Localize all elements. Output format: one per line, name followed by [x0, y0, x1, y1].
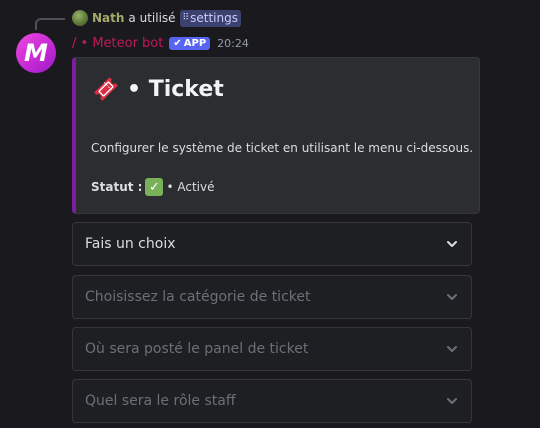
bot-name[interactable]: / • Meteor bot [72, 36, 163, 51]
select-menu-panel-channel[interactable]: Où sera posté le panel de ticket [72, 327, 472, 371]
app-badge: ✔ APP [169, 36, 211, 50]
embed-card: • Ticket Configurer le système de ticket… [72, 57, 480, 214]
status-label: Statut : [91, 180, 143, 194]
ticket-icon [94, 77, 118, 101]
reply-username[interactable]: Nath [92, 11, 124, 25]
reply-verb: a utilisé [128, 11, 176, 25]
select-placeholder: Où sera posté le panel de ticket [85, 341, 309, 357]
embed-description: Configurer le système de ticket en utili… [91, 141, 474, 155]
select-menu-choice[interactable]: Fais un choix [72, 222, 472, 266]
reply-connector [35, 18, 65, 30]
select-placeholder: Fais un choix [85, 236, 176, 252]
reply-reference[interactable]: Nath a utilisé ⠿ settings [72, 9, 241, 27]
select-menu-staff-role[interactable]: Quel sera le rôle staff [72, 379, 472, 423]
chat-message: Nath a utilisé ⠿ settings M / • Meteor b… [0, 0, 540, 428]
checkmark-icon: ✔ [173, 37, 182, 49]
select-placeholder: Choisissez la catégorie de ticket [85, 289, 311, 305]
command-mention[interactable]: ⠿ settings [179, 9, 241, 27]
chevron-down-icon [447, 241, 457, 247]
command-name: settings [190, 11, 238, 25]
embed-status: Statut : ✓ • Activé [91, 178, 214, 196]
embed-title-text: • Ticket [127, 76, 224, 102]
chevron-down-icon [447, 346, 457, 352]
bot-avatar[interactable]: M [16, 33, 56, 73]
check-mark-button-icon: ✓ [145, 178, 164, 196]
select-menu-category[interactable]: Choisissez la catégorie de ticket [72, 275, 472, 319]
status-value: • Activé [166, 180, 215, 194]
user-avatar-icon[interactable] [72, 10, 88, 26]
avatar-letter: M [24, 39, 48, 67]
select-placeholder: Quel sera le rôle staff [85, 393, 236, 409]
embed-title: • Ticket [91, 74, 224, 104]
app-badge-label: APP [183, 37, 207, 49]
timestamp[interactable]: 20:24 [217, 37, 249, 50]
chevron-down-icon [447, 294, 457, 300]
chevron-down-icon [447, 398, 457, 404]
message-header: / • Meteor bot ✔ APP 20:24 [72, 34, 249, 52]
slash-command-icon: ⠿ [182, 13, 190, 23]
